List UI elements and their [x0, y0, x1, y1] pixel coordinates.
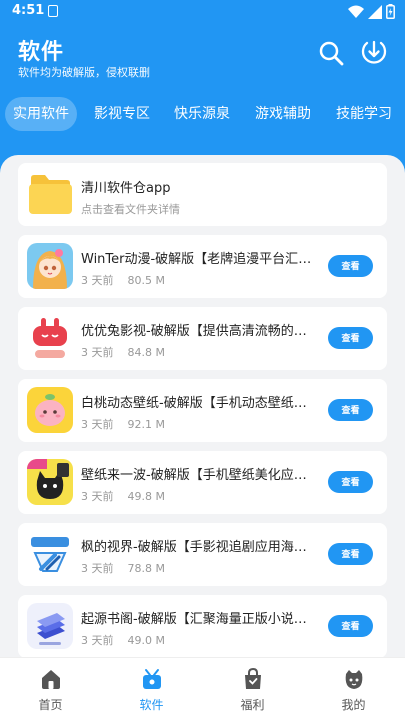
red-rabbit-icon [27, 315, 73, 361]
category-tabs: 实用软件 影视专区 快乐源泉 游戏辅助 技能学习 [0, 97, 405, 133]
nav-software[interactable]: 软件 [101, 658, 202, 720]
app-header: 软件 软件均为破解版，侵权联删 [0, 24, 405, 94]
app-time: 3 天前 [81, 346, 114, 359]
fengde-icon [27, 531, 73, 577]
notification-icon [48, 5, 58, 17]
page-subtitle: 软件均为破解版，侵权联删 [18, 66, 150, 79]
folder-card[interactable]: 清川软件仓app 点击查看文件夹详情 [18, 163, 387, 226]
anime-girl-icon [27, 243, 73, 289]
app-size: 80.5 M [127, 274, 165, 287]
tab-fun-source[interactable]: 快乐源泉 [168, 97, 236, 131]
app-name: 壁纸来一波-破解版【手机壁纸美化应用】 [81, 468, 313, 483]
app-size: 78.8 M [127, 562, 165, 575]
software-icon [143, 669, 161, 689]
gift-bag-icon [245, 668, 261, 689]
view-button[interactable]: 查看 [328, 615, 373, 637]
view-button[interactable]: 查看 [328, 255, 373, 277]
view-button[interactable]: 查看 [328, 471, 373, 493]
bottom-navigation: 首页 软件 福利 我的 [0, 657, 405, 720]
content-panel: 清川软件仓app 点击查看文件夹详情 WinTer动漫-破解版【老牌追漫平台汇聚… [0, 155, 405, 657]
app-meta: 3 天前 78.8 M [81, 560, 165, 576]
app-time: 3 天前 [81, 634, 114, 647]
home-icon [42, 670, 60, 689]
search-icon[interactable] [318, 40, 344, 66]
nav-home[interactable]: 首页 [0, 658, 101, 720]
app-card[interactable]: 白桃动态壁纸-破解版【手机动态壁纸应用】 3 天前 92.1 M 查看 [18, 379, 387, 442]
app-name: WinTer动漫-破解版【老牌追漫平台汇聚海量动漫资源】 [81, 252, 313, 267]
app-name: 起源书阁-破解版【汇聚海量正版小说资源】 [81, 612, 313, 627]
profile-icon [345, 670, 363, 689]
folder-icon [29, 175, 72, 214]
folder-name: 清川软件仓app [81, 181, 171, 196]
nav-mine-label: 我的 [341, 698, 366, 712]
signal-icon [368, 4, 382, 19]
app-card[interactable]: 起源书阁-破解版【汇聚海量正版小说资源】 3 天前 49.0 M 查看 [18, 595, 387, 657]
app-meta: 3 天前 80.5 M [81, 272, 165, 288]
app-card[interactable]: 优优兔影视-破解版【提供高清流畅的影视资源】 3 天前 84.8 M 查看 [18, 307, 387, 370]
app-size: 49.8 M [127, 490, 165, 503]
status-bar: 4:51 [0, 0, 405, 24]
app-meta: 3 天前 49.0 M [81, 632, 165, 648]
app-time: 3 天前 [81, 490, 114, 503]
nav-software-label: 软件 [139, 698, 164, 712]
download-icon[interactable] [360, 38, 388, 66]
status-time: 4:51 [12, 3, 45, 18]
tab-skill-learning[interactable]: 技能学习 [330, 97, 398, 131]
system-icons [348, 4, 395, 19]
app-meta: 3 天前 49.8 M [81, 488, 165, 504]
folder-hint: 点击查看文件夹详情 [81, 203, 180, 216]
app-size: 49.0 M [127, 634, 165, 647]
app-name: 枫的视界-破解版【手影视追剧应用海量资源】 [81, 540, 313, 555]
app-card[interactable]: 壁纸来一波-破解版【手机壁纸美化应用】 3 天前 49.8 M 查看 [18, 451, 387, 514]
app-card[interactable]: WinTer动漫-破解版【老牌追漫平台汇聚海量动漫资源】 3 天前80.5 M … [18, 235, 387, 298]
nav-welfare[interactable]: 福利 [202, 658, 303, 720]
nav-welfare-label: 福利 [240, 698, 265, 712]
black-cat-icon [27, 459, 73, 505]
peach-icon [27, 387, 73, 433]
tab-film-zone[interactable]: 影视专区 [88, 97, 156, 131]
app-name: 优优兔影视-破解版【提供高清流畅的影视资源】 [81, 324, 313, 339]
nav-mine[interactable]: 我的 [303, 658, 404, 720]
app-time: 3 天前 [81, 418, 114, 431]
wifi-icon [348, 5, 364, 18]
app-time: 3 天前 [81, 562, 114, 575]
view-button[interactable]: 查看 [328, 399, 373, 421]
tab-game-assist[interactable]: 游戏辅助 [249, 97, 317, 131]
app-card[interactable]: 枫的视界-破解版【手影视追剧应用海量资源】 3 天前 78.8 M 查看 [18, 523, 387, 586]
nav-home-label: 首页 [38, 698, 63, 712]
tab-utility-software[interactable]: 实用软件 [5, 97, 77, 131]
books-icon [27, 603, 73, 649]
app-time: 3 天前 [81, 274, 114, 287]
view-button[interactable]: 查看 [328, 543, 373, 565]
battery-icon [386, 4, 395, 19]
app-size: 84.8 M [127, 346, 165, 359]
app-size: 92.1 M [127, 418, 165, 431]
view-button[interactable]: 查看 [328, 327, 373, 349]
page-title: 软件 [18, 40, 65, 65]
app-name: 白桃动态壁纸-破解版【手机动态壁纸应用】 [81, 396, 313, 411]
app-meta: 3 天前 84.8 M [81, 344, 165, 360]
app-meta: 3 天前 92.1 M [81, 416, 165, 432]
